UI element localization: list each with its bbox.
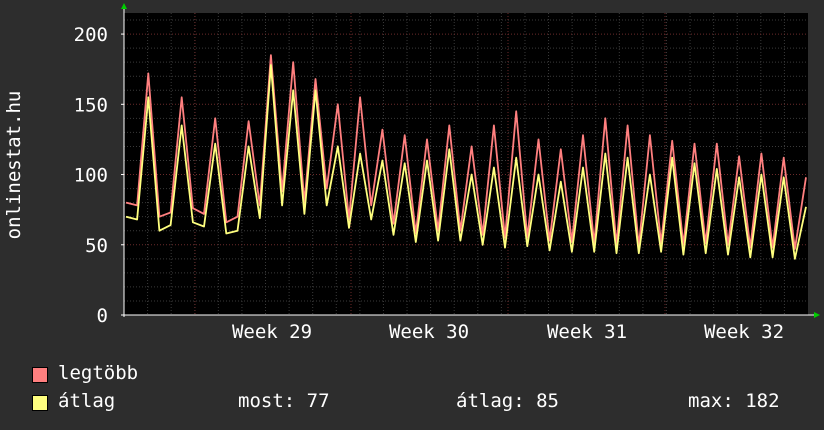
y-tick-label: 150 (74, 94, 108, 116)
stat-max-label: max: (688, 390, 734, 412)
stat-most-label: most: (238, 390, 296, 412)
legend-label-legtobb: legtöbb (58, 362, 139, 384)
legend-label-atlag: átlag (58, 390, 116, 412)
chart: 0 50 100 150 200 Week 29 Week 30 Week 31 Week 3… (3, 3, 820, 340)
y-axis-label: onlinestat.hu (3, 91, 25, 240)
stat-max-value: 182 (745, 390, 780, 412)
stat-atlag-value: 85 (536, 390, 559, 412)
x-tick-label: Week 29 (232, 321, 312, 340)
legend-row-1: legtöbb (0, 362, 824, 386)
x-tick-label: Week 31 (547, 321, 627, 340)
stat-atlag: átlag: 85 (456, 390, 559, 412)
legend-row-2: átlag most: 77 átlag: 85 max: 182 (0, 390, 824, 414)
stat-max: max: 182 (688, 390, 780, 412)
x-tick-labels: Week 29 Week 30 Week 31 Week 32 (232, 321, 784, 340)
legend-swatch-atlag (32, 395, 48, 411)
y-tick-label: 200 (74, 24, 108, 46)
stat-most-value: 77 (306, 390, 330, 412)
x-axis-arrow (814, 312, 820, 318)
x-tick-label: Week 30 (389, 321, 469, 340)
x-tick-label: Week 32 (704, 321, 784, 340)
y-axis-arrow (121, 3, 127, 9)
stat-most: most: 77 (238, 390, 330, 412)
plot-area (124, 13, 808, 315)
y-tick-label: 100 (74, 165, 108, 187)
y-tick-label: 50 (85, 235, 108, 257)
legend-swatch-legtobb (32, 367, 48, 383)
y-tick-labels: 0 50 100 150 200 (74, 24, 124, 327)
stat-atlag-label: átlag: (456, 390, 525, 412)
y-tick-label: 0 (97, 305, 108, 327)
